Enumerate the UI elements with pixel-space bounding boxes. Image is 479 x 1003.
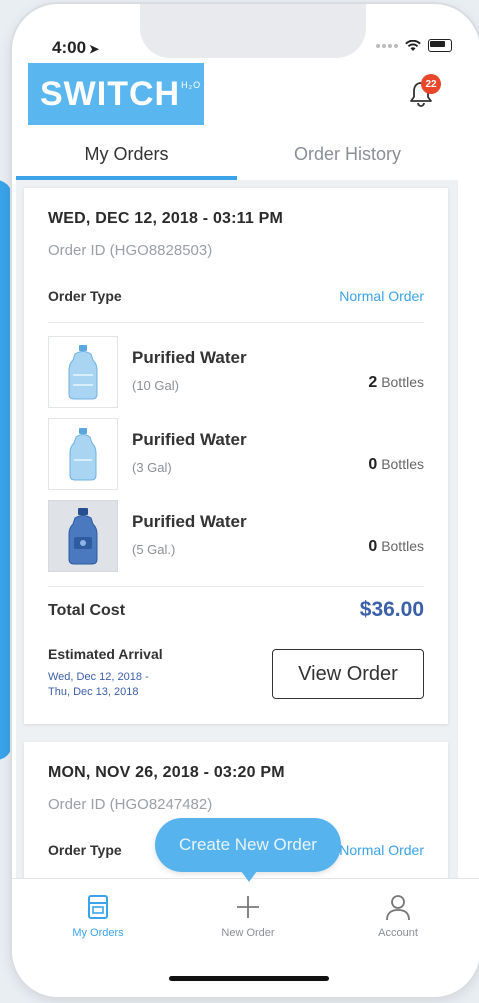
order-item: Purified Water (10 Gal) 2 Bottles xyxy=(48,336,424,410)
order-type-value: Normal Order xyxy=(339,842,424,858)
total-cost-value: $36.00 xyxy=(359,598,424,621)
order-tabs: My Orders Order History xyxy=(16,128,458,180)
item-qty-number: 2 xyxy=(368,374,378,391)
logo-superscript: H₂O xyxy=(181,80,202,90)
water-bottle-10gal-image xyxy=(48,336,118,408)
order-id: Order ID (HGO8828503) xyxy=(48,242,213,259)
order-type-label: Order Type xyxy=(48,288,122,304)
nav-account[interactable]: Account xyxy=(338,891,458,939)
item-size: (10 Gal) xyxy=(132,378,179,393)
signal-icon xyxy=(376,43,398,48)
order-date: MON, NOV 26, 2018 - 03:20 PM xyxy=(48,764,285,781)
order-item: Purified Water (5 Gal.) 0 Bottles xyxy=(48,500,424,574)
estimated-arrival-value: Wed, Dec 12, 2018 - Thu, Dec 13, 2018 xyxy=(48,670,208,700)
nav-label: New Order xyxy=(221,927,275,939)
item-qty-unit: Bottles xyxy=(381,456,424,472)
nav-my-orders[interactable]: My Orders xyxy=(38,891,158,939)
notification-badge: 22 xyxy=(421,74,441,94)
item-size: (5 Gal.) xyxy=(132,542,176,557)
order-date: WED, DEC 12, 2018 - 03:11 PM xyxy=(48,210,284,227)
phone-notch xyxy=(140,4,366,58)
nav-new-order[interactable]: New Order xyxy=(188,891,308,939)
water-bottle-icon xyxy=(68,345,98,400)
item-quantity: 0 Bottles xyxy=(368,538,424,556)
item-size: (3 Gal) xyxy=(132,460,172,475)
background-accent xyxy=(0,180,12,760)
tab-my-orders[interactable]: My Orders xyxy=(16,128,237,180)
location-arrow-icon: ➤ xyxy=(89,42,100,56)
item-qty-unit: Bottles xyxy=(381,538,424,554)
tab-order-history[interactable]: Order History xyxy=(237,128,458,180)
item-name: Purified Water xyxy=(132,430,247,449)
item-qty-number: 0 xyxy=(368,456,378,473)
home-indicator xyxy=(169,976,329,981)
total-cost-label: Total Cost xyxy=(48,602,126,619)
bottom-navigation: My Orders New Order Account xyxy=(12,878,479,997)
status-time: 4:00 ➤ xyxy=(52,38,99,58)
item-quantity: 2 Bottles xyxy=(368,374,424,392)
screenshot-stage: 4:00 ➤ SWITCH H₂O 22 My Orders Order Histo… xyxy=(0,0,479,1003)
eta-line-1: Wed, Dec 12, 2018 - xyxy=(48,671,149,683)
eta-line-2: Thu, Dec 13, 2018 xyxy=(48,686,139,698)
order-type-label: Order Type xyxy=(48,842,122,858)
nav-label: My Orders xyxy=(72,927,124,939)
water-bottle-icon xyxy=(68,508,98,565)
status-icons xyxy=(376,39,452,52)
order-card: WED, DEC 12, 2018 - 03:11 PM Order ID (H… xyxy=(24,188,448,724)
order-type-value: Normal Order xyxy=(339,288,424,304)
estimated-arrival-label: Estimated Arrival xyxy=(48,646,163,662)
divider xyxy=(48,322,424,323)
water-bottle-5gal-image xyxy=(48,500,118,572)
view-order-button[interactable]: View Order xyxy=(272,649,424,699)
water-bottle-3gal-image xyxy=(48,418,118,490)
item-quantity: 0 Bottles xyxy=(368,456,424,474)
nav-label: Account xyxy=(378,927,418,939)
item-name: Purified Water xyxy=(132,512,247,531)
create-new-order-button[interactable]: Create New Order xyxy=(155,818,341,882)
item-name: Purified Water xyxy=(132,348,247,367)
user-icon xyxy=(386,895,410,921)
water-bottle-icon xyxy=(69,428,97,481)
item-qty-number: 0 xyxy=(368,538,378,555)
orders-icon xyxy=(88,895,108,919)
item-qty-unit: Bottles xyxy=(381,374,424,390)
logo-text: SWITCH xyxy=(40,74,181,113)
plus-icon xyxy=(237,896,259,918)
order-item: Purified Water (3 Gal) 0 Bottles xyxy=(48,418,424,492)
battery-icon xyxy=(428,39,452,52)
divider xyxy=(48,586,424,587)
wifi-icon xyxy=(405,39,421,51)
order-id: Order ID (HGO8247482) xyxy=(48,796,213,813)
status-time-text: 4:00 xyxy=(52,38,87,57)
switch-logo: SWITCH H₂O xyxy=(28,63,204,125)
